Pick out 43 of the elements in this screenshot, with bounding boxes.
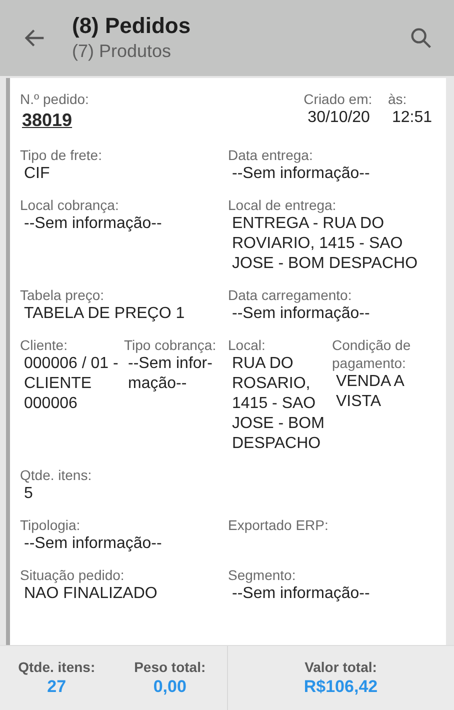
field-value: --Sem informação-- [231,164,371,184]
field-value: --Sem informação-- [23,534,163,554]
field-label: Data carregamento: [228,286,352,304]
total-label: Qtde. itens: [18,659,96,675]
field-value: 30/10/20 [306,108,371,128]
field-value: RUA DO ROSARIO, 1415 - SAO JOSE - BOM DESPACHO [231,354,326,454]
field-label: às: [388,90,407,108]
field-label: Cliente: [20,336,68,354]
field-label: N.º pedido: [20,90,89,108]
total-value: R$106,42 [304,677,378,697]
field-label: Qtde. itens: [20,466,92,484]
field-label: Segmento: [228,566,296,584]
total-value: 0,00 [153,677,186,697]
order-number: 38019 [21,109,72,132]
field-value: CIF [23,164,51,184]
field-label: Exportado ERP: [228,516,328,534]
field-label: Data entrega: [228,146,313,164]
field-value: 000006 / 01 - CLIENTE 000006 [23,354,120,414]
total-value: 27 [47,677,66,697]
page-subtitle: (7) Produtos [72,40,172,63]
field-value: ENTREGA - RUA DO ROVIARIO, 1415 - SAO JOSE - BOM DESPACHO [231,214,419,274]
field-label: Tabela preço: [20,286,104,304]
field-value: 12:51 [390,108,433,128]
field-value: --Sem infor-mação-- [127,354,214,394]
field-value: TABELA DE PREÇO 1 [23,304,186,324]
field-label: Tipologia: [20,516,80,534]
field-label: Situação pedido: [20,566,124,584]
page-title: (8) Pedidos [72,13,192,39]
field-value: --Sem informação-- [231,584,371,604]
field-value: VENDA A VISTA [335,372,406,412]
field-value: NAO FINALIZADO [23,584,158,604]
field-label: Local de entrega: [228,196,336,214]
total-label: Valor total: [304,659,377,675]
field-label: Condição de pagamento: [332,336,412,372]
field-label: Local: [228,336,266,354]
field-value: --Sem informação-- [231,304,371,324]
field-value: 5 [23,484,34,504]
field-label: Tipo de frete: [20,146,102,164]
field-label: Local cobrança: [20,196,119,214]
field-value: --Sem informação-- [23,214,163,234]
total-label: Peso total: [134,659,206,675]
field-label: Tipo cobrança: [124,336,216,354]
field-label: Criado em: [304,90,372,108]
